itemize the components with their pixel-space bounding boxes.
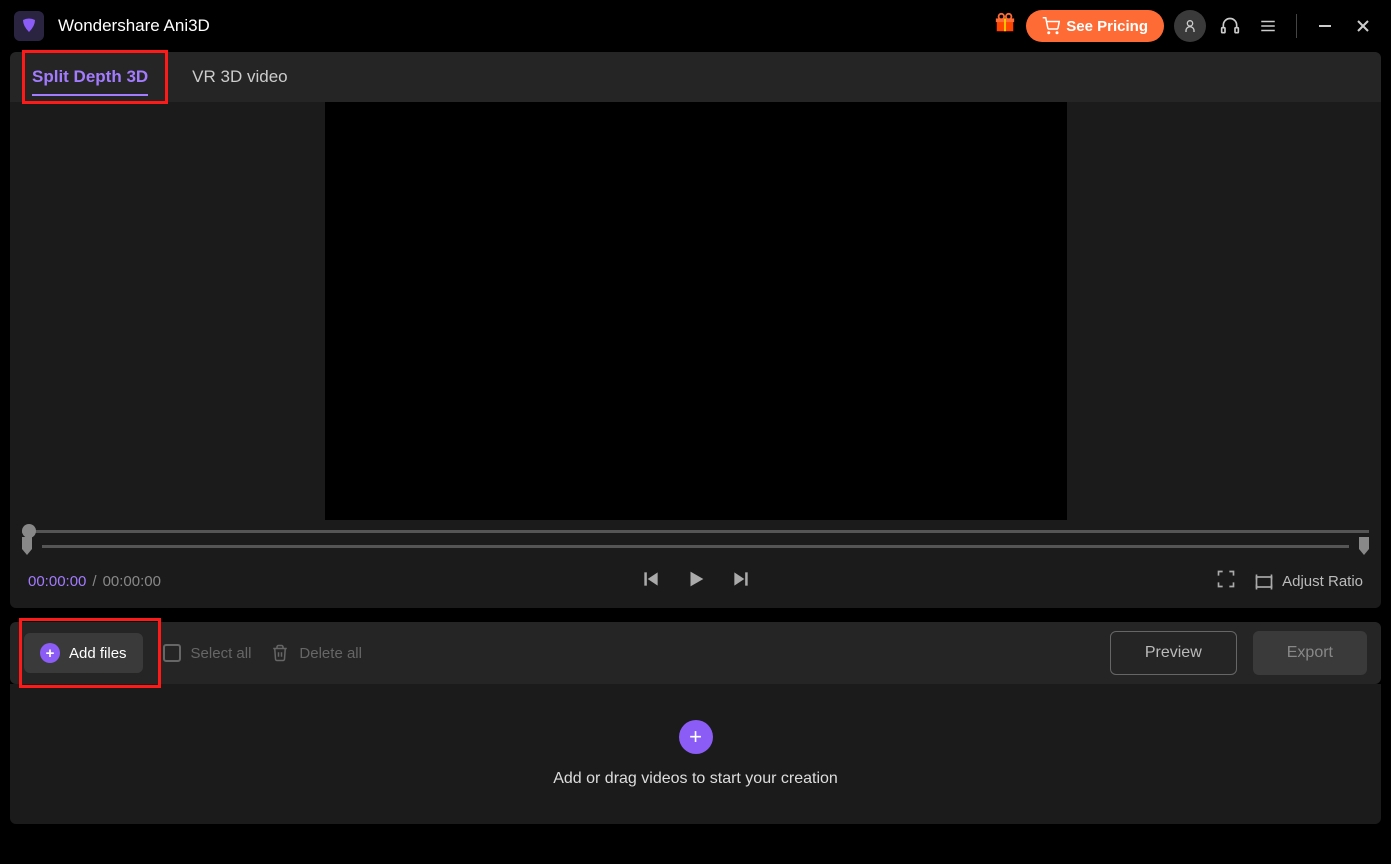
- tab-label: VR 3D video: [192, 67, 287, 87]
- tab-label: Split Depth 3D: [32, 67, 148, 87]
- player-area: 00:00:00 / 00:00:00 Adjust Ratio: [10, 102, 1381, 608]
- headset-icon[interactable]: [1216, 12, 1244, 40]
- range-handle-left-icon[interactable]: [22, 537, 34, 555]
- scrub-thumb[interactable]: [22, 524, 36, 538]
- prev-button[interactable]: [641, 569, 661, 594]
- delete-all-label: Delete all: [299, 645, 362, 662]
- add-files-label: Add files: [69, 645, 127, 662]
- time-current: 00:00:00: [28, 573, 86, 590]
- tab-split-depth-3d[interactable]: Split Depth 3D: [10, 52, 170, 102]
- select-all-checkbox[interactable]: Select all: [163, 644, 252, 662]
- divider: [1296, 14, 1297, 38]
- minimize-button[interactable]: [1311, 12, 1339, 40]
- drop-hint: Add or drag videos to start your creatio…: [553, 770, 838, 788]
- trash-icon: [271, 644, 289, 662]
- video-placeholder: [325, 102, 1067, 520]
- drop-area[interactable]: + Add or drag videos to start your creat…: [10, 684, 1381, 824]
- time-total: 00:00:00: [103, 573, 161, 590]
- plus-icon: +: [40, 643, 60, 663]
- range-row: [10, 537, 1381, 561]
- scrub-row: [10, 520, 1381, 537]
- range-track[interactable]: [42, 545, 1349, 548]
- next-button[interactable]: [731, 569, 751, 594]
- checkbox-icon: [163, 644, 181, 662]
- see-pricing-button[interactable]: See Pricing: [1026, 10, 1164, 42]
- video-container: [10, 102, 1381, 520]
- add-files-button[interactable]: + Add files: [24, 633, 143, 673]
- scrub-track[interactable]: [22, 530, 1369, 533]
- preview-button[interactable]: Preview: [1110, 631, 1237, 675]
- fullscreen-icon[interactable]: [1216, 569, 1236, 594]
- gift-icon[interactable]: [994, 12, 1016, 40]
- app-logo-icon: [14, 11, 44, 41]
- export-button[interactable]: Export: [1253, 631, 1367, 675]
- range-handle-right-icon[interactable]: [1357, 537, 1369, 555]
- app-title: Wondershare Ani3D: [58, 16, 210, 36]
- select-all-label: Select all: [191, 645, 252, 662]
- menu-icon[interactable]: [1254, 12, 1282, 40]
- close-button[interactable]: [1349, 12, 1377, 40]
- delete-all-button[interactable]: Delete all: [271, 644, 362, 662]
- time-separator: /: [92, 573, 96, 590]
- adjust-ratio-label: Adjust Ratio: [1282, 573, 1363, 590]
- toolbar: + Add files Select all Delete all Previe…: [10, 622, 1381, 684]
- tab-bar: Split Depth 3D VR 3D video: [10, 52, 1381, 102]
- user-icon[interactable]: [1174, 10, 1206, 42]
- adjust-ratio-button[interactable]: Adjust Ratio: [1254, 572, 1363, 592]
- add-plus-icon[interactable]: +: [679, 720, 713, 754]
- see-pricing-label: See Pricing: [1066, 18, 1148, 35]
- play-button[interactable]: [685, 568, 707, 595]
- titlebar: Wondershare Ani3D See Pricing: [0, 0, 1391, 52]
- tab-vr-3d-video[interactable]: VR 3D video: [170, 52, 309, 102]
